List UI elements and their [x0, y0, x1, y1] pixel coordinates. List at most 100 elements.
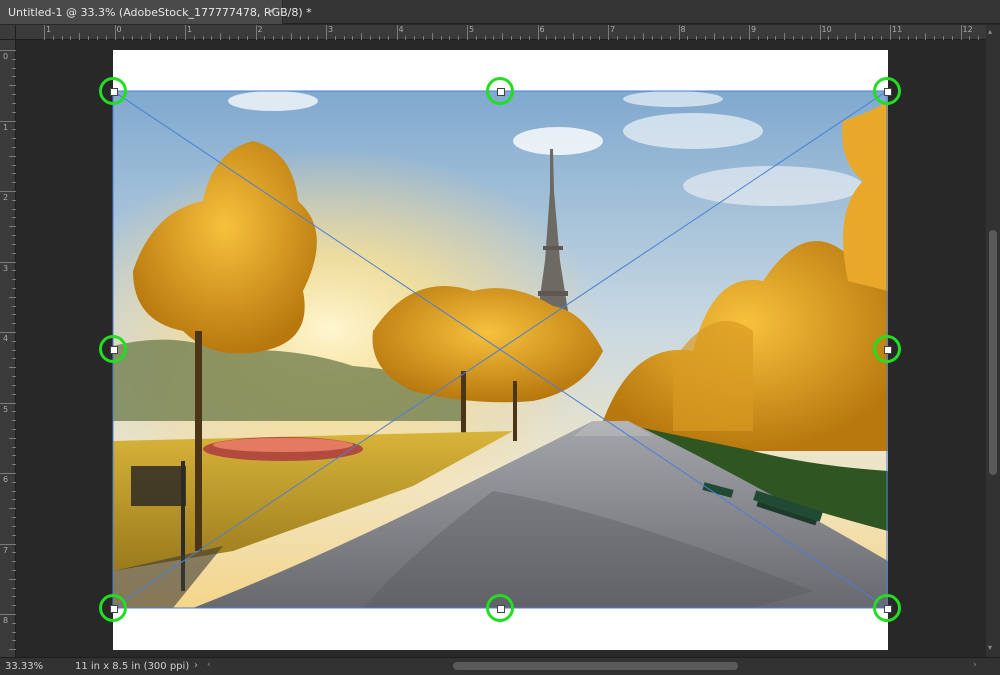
ruler-label: 12 — [962, 25, 973, 34]
handle-square-icon — [110, 605, 118, 613]
horizontal-scrollbar[interactable]: ‹ › — [205, 660, 985, 673]
ruler-label: 7 — [3, 545, 9, 555]
transform-handle-middle-left[interactable] — [99, 335, 127, 363]
ruler-label: 1 — [46, 25, 52, 34]
close-tab-icon[interactable]: × — [266, 5, 276, 18]
ruler-major-tick — [0, 614, 16, 615]
document-canvas[interactable] — [113, 50, 888, 650]
ruler-minor-tick — [12, 217, 16, 219]
transform-handle-bottom-left[interactable] — [99, 594, 127, 622]
ruler-minor-tick — [176, 36, 178, 40]
ruler-minor-tick — [202, 36, 204, 40]
ruler-minor-tick — [246, 36, 248, 40]
scroll-up-icon[interactable]: ▴ — [988, 27, 992, 36]
document-tab[interactable]: Untitled-1 @ 33.3% (AdobeStock_177777478… — [0, 0, 312, 24]
transform-handle-bottom-right[interactable] — [873, 594, 901, 622]
ruler-major-tick — [819, 25, 821, 40]
ruler-minor-tick — [378, 36, 380, 40]
ruler-minor-tick — [881, 36, 883, 40]
ruler-minor-tick — [740, 36, 742, 40]
ruler-minor-tick — [854, 33, 856, 40]
ruler-minor-tick — [12, 534, 16, 536]
handle-square-icon — [884, 605, 892, 613]
scroll-down-icon[interactable]: ▾ — [988, 643, 992, 652]
ruler-label: 6 — [3, 475, 9, 484]
ruler-minor-tick — [12, 243, 16, 245]
ruler-minor-tick — [722, 36, 724, 40]
zoom-level-field[interactable]: 33.33% — [5, 661, 43, 672]
ruler-minor-tick — [669, 36, 671, 40]
ruler-minor-tick — [12, 235, 16, 237]
ruler-major-tick — [0, 261, 16, 263]
photo-eiffel-tower-park-icon — [113, 91, 888, 608]
ruler-minor-tick — [766, 36, 768, 40]
ruler-minor-tick — [12, 305, 16, 307]
handle-square-icon — [110, 346, 118, 354]
ruler-major-tick — [185, 25, 186, 40]
ruler-minor-tick — [616, 36, 618, 40]
ruler-minor-tick — [343, 36, 345, 40]
ruler-minor-tick — [12, 596, 16, 598]
ruler-minor-tick — [281, 36, 283, 40]
transform-handle-top-right[interactable] — [873, 77, 901, 105]
ruler-minor-tick — [9, 296, 16, 298]
transform-handle-middle-right[interactable] — [873, 335, 901, 363]
horizontal-ruler[interactable]: 1 0 1 2 3 4 5 6 7 8 9 10 11 12 — [16, 25, 986, 40]
ruler-minor-tick — [12, 146, 16, 148]
ruler-major-tick — [114, 25, 116, 40]
ruler-origin[interactable] — [0, 25, 16, 40]
vertical-ruler[interactable]: 0 1 2 3 4 5 6 7 8 — [0, 40, 16, 657]
ruler-minor-tick — [440, 36, 442, 40]
handle-square-icon — [884, 88, 892, 96]
ruler-label: 6 — [539, 25, 545, 34]
ruler-minor-tick — [9, 85, 16, 87]
status-bar: 33.33% 11 in x 8.5 in (300 ppi) › ‹ › — [0, 657, 1000, 675]
ruler-minor-tick — [229, 36, 231, 40]
ruler-minor-tick — [12, 340, 16, 342]
ruler-minor-tick — [12, 411, 16, 413]
ruler-minor-tick — [105, 36, 107, 40]
handle-square-icon — [497, 605, 505, 613]
ruler-minor-tick — [9, 367, 16, 369]
ruler-minor-tick — [555, 36, 557, 40]
ruler-minor-tick — [12, 525, 16, 527]
ruler-minor-tick — [12, 428, 16, 430]
ruler-label: 9 — [751, 25, 757, 34]
ruler-major-tick — [326, 25, 327, 40]
ruler-minor-tick — [12, 58, 16, 60]
vertical-scrollbar[interactable]: ▴ ▾ — [986, 25, 1000, 657]
ruler-major-tick — [255, 25, 257, 40]
ruler-major-tick — [749, 25, 750, 40]
ruler-minor-tick — [12, 252, 16, 254]
placed-photo[interactable] — [113, 91, 888, 608]
ruler-minor-tick — [898, 36, 900, 40]
ruler-minor-tick — [12, 287, 16, 289]
ruler-minor-tick — [96, 36, 98, 40]
horizontal-scroll-thumb[interactable] — [453, 662, 738, 670]
vertical-scroll-thumb[interactable] — [989, 230, 997, 475]
ruler-minor-tick — [951, 36, 953, 40]
ruler-minor-tick — [132, 36, 134, 40]
ruler-label: 10 — [821, 25, 832, 34]
ruler-minor-tick — [12, 384, 16, 386]
scroll-right-icon[interactable]: › — [973, 660, 977, 670]
ruler-minor-tick — [9, 155, 16, 157]
ruler-minor-tick — [149, 33, 151, 40]
ruler-minor-tick — [12, 102, 16, 104]
ruler-label: 4 — [398, 25, 404, 34]
transform-handle-top-left[interactable] — [99, 77, 127, 105]
ruler-minor-tick — [12, 323, 16, 325]
ruler-minor-tick — [12, 420, 16, 422]
ruler-minor-tick — [590, 36, 592, 40]
transform-handle-top-center[interactable] — [486, 77, 514, 105]
ruler-minor-tick — [519, 36, 521, 40]
transform-handle-bottom-center[interactable] — [486, 594, 514, 622]
ruler-minor-tick — [12, 499, 16, 501]
scroll-left-icon[interactable]: ‹ — [207, 660, 211, 670]
ruler-minor-tick — [12, 376, 16, 378]
ruler-minor-tick — [9, 649, 16, 651]
canvas-area[interactable] — [17, 41, 986, 657]
ruler-minor-tick — [12, 349, 16, 351]
ruler-minor-tick — [12, 173, 16, 175]
status-menu-chevron-icon[interactable]: › — [194, 660, 198, 671]
